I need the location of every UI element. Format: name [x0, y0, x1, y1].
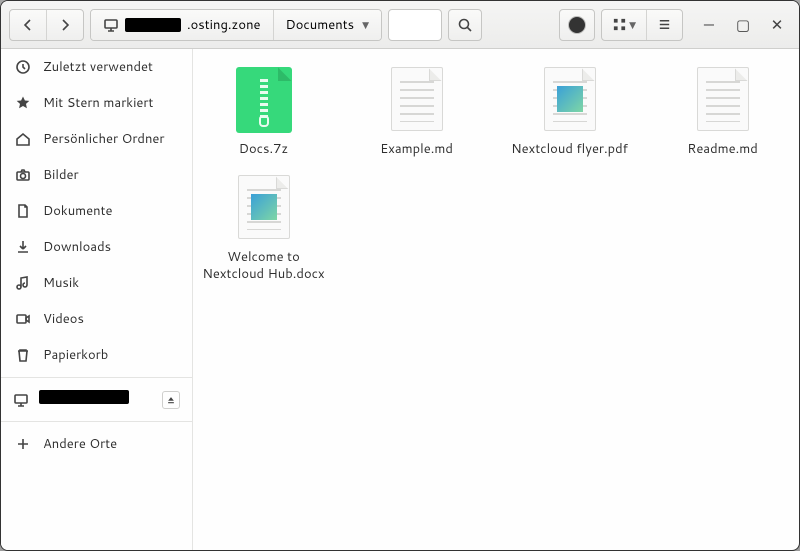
body: Zuletzt verwendet Mit Stern markiert Per…	[1, 49, 799, 550]
list-view-button[interactable]	[647, 10, 682, 40]
minimize-button[interactable]: —	[701, 14, 717, 35]
sidebar-item-starred[interactable]: Mit Stern markiert	[1, 85, 192, 121]
sidebar-item-label: Mit Stern markiert	[43, 94, 153, 112]
clock-icon	[15, 59, 31, 75]
archive-icon	[233, 67, 295, 135]
close-button[interactable]: ✕	[769, 14, 785, 35]
sidebar-item-pictures[interactable]: Bilder	[1, 157, 192, 193]
trash-icon	[15, 347, 31, 363]
path-host[interactable]: .osting.zone	[91, 10, 274, 40]
path-bar: .osting.zone Documents ▼	[90, 9, 382, 41]
record-icon	[568, 16, 586, 34]
sidebar-item-label: Bilder	[43, 166, 79, 184]
chevron-down-icon: ▼	[362, 18, 369, 31]
camera-icon	[15, 167, 31, 183]
titlebar: .osting.zone Documents ▼ ▼ —	[1, 1, 799, 49]
file-grid: Docs.7z Example.md Nextcloud flyer.pdf R…	[193, 49, 799, 550]
nav-buttons	[9, 9, 84, 41]
chevron-left-icon	[20, 17, 36, 33]
search-input[interactable]	[388, 9, 442, 41]
sidebar-item-downloads[interactable]: Downloads	[1, 229, 192, 265]
network-drive-icon	[13, 392, 29, 408]
maximize-button[interactable]: ▢	[735, 14, 751, 35]
network-drive-icon	[103, 17, 119, 33]
redacted-host-prefix	[125, 18, 181, 32]
download-icon	[15, 239, 31, 255]
eject-button[interactable]	[162, 391, 180, 409]
sidebar-separator	[1, 377, 192, 378]
icon-view-button[interactable]: ▼	[602, 10, 647, 40]
path-folder[interactable]: Documents ▼	[274, 10, 381, 40]
search-icon	[457, 17, 473, 33]
file-manager-window: .osting.zone Documents ▼ ▼ —	[0, 0, 800, 551]
path-host-suffix: .osting.zone	[187, 16, 261, 34]
document-file-icon	[233, 175, 295, 243]
sidebar-item-label: Downloads	[43, 238, 111, 256]
video-icon	[15, 311, 31, 327]
path-folder-label: Documents	[286, 16, 355, 34]
sidebar-item-label: Papierkorb	[43, 346, 108, 364]
sidebar-item-documents[interactable]: Dokumente	[1, 193, 192, 229]
file-name: Welcome to Nextcloud Hub.docx	[201, 249, 326, 282]
home-icon	[15, 131, 31, 147]
sidebar-other-locations[interactable]: Andere Orte	[1, 426, 192, 462]
sidebar-separator	[1, 421, 192, 422]
file-item[interactable]: Welcome to Nextcloud Hub.docx	[201, 175, 326, 282]
file-item[interactable]: Example.md	[354, 67, 479, 157]
star-icon	[15, 95, 31, 111]
file-item[interactable]: Docs.7z	[201, 67, 326, 157]
grid-icon	[612, 17, 627, 32]
file-item[interactable]: Nextcloud flyer.pdf	[507, 67, 632, 157]
file-name: Nextcloud flyer.pdf	[511, 141, 628, 157]
sidebar-item-label: Dokumente	[43, 202, 113, 220]
music-icon	[15, 275, 31, 291]
list-icon	[657, 17, 672, 32]
chevron-down-icon: ▼	[629, 18, 636, 31]
document-icon	[15, 203, 31, 219]
text-file-icon	[692, 67, 754, 135]
record-indicator[interactable]	[559, 9, 595, 41]
window-controls: — ▢ ✕	[697, 14, 791, 35]
sidebar: Zuletzt verwendet Mit Stern markiert Per…	[1, 49, 193, 550]
forward-button[interactable]	[47, 10, 83, 40]
plus-icon	[15, 436, 31, 452]
sidebar-mounted-drive[interactable]	[1, 382, 192, 417]
file-item[interactable]: Readme.md	[660, 67, 785, 157]
pdf-file-icon	[539, 67, 601, 135]
sidebar-item-label: Musik	[43, 274, 79, 292]
back-button[interactable]	[10, 10, 47, 40]
text-file-icon	[386, 67, 448, 135]
file-name: Readme.md	[687, 141, 758, 157]
sidebar-item-trash[interactable]: Papierkorb	[1, 337, 192, 373]
eject-icon	[166, 395, 176, 405]
sidebar-item-home[interactable]: Persönlicher Ordner	[1, 121, 192, 157]
sidebar-item-label: Videos	[43, 310, 84, 328]
sidebar-item-music[interactable]: Musik	[1, 265, 192, 301]
sidebar-item-label: Persönlicher Ordner	[43, 130, 165, 148]
search-button[interactable]	[448, 9, 482, 41]
sidebar-item-label: Zuletzt verwendet	[43, 58, 153, 76]
file-name: Example.md	[380, 141, 453, 157]
redacted-mount-label	[39, 390, 129, 404]
sidebar-item-videos[interactable]: Videos	[1, 301, 192, 337]
chevron-right-icon	[57, 17, 73, 33]
file-name: Docs.7z	[239, 141, 288, 157]
view-switcher: ▼	[601, 9, 683, 41]
sidebar-item-label: Andere Orte	[43, 435, 117, 453]
sidebar-item-recent[interactable]: Zuletzt verwendet	[1, 49, 192, 85]
